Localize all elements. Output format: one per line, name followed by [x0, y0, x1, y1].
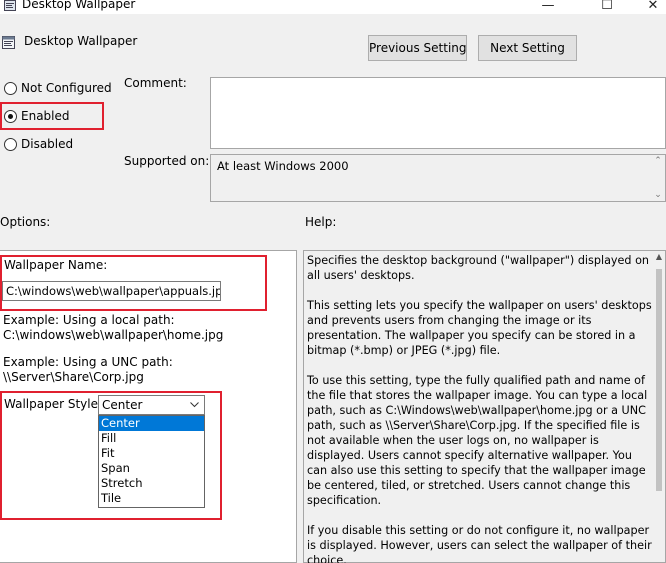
close-button[interactable]: ✕	[638, 0, 666, 14]
wallpaper-style-dropdown-list: Center Fill Fit Span Stretch Tile	[98, 415, 205, 508]
next-setting-button[interactable]: Next Setting	[478, 35, 577, 61]
help-paragraph: If you disable this setting or do not co…	[307, 524, 652, 563]
supported-on-box: At least Windows 2000 ⌃ ⌄	[210, 154, 666, 202]
maximize-button[interactable]: ☐	[592, 0, 622, 14]
scroll-up-icon[interactable]: ▲	[653, 252, 665, 261]
example-local-path: C:\windows\web\wallpaper\home.jpg	[3, 328, 224, 342]
scroll-up-icon[interactable]: ⌃	[651, 156, 665, 166]
radio-enabled-label: Enabled	[21, 109, 70, 123]
help-paragraph: Specifies the desktop background ("wallp…	[307, 254, 650, 282]
policy-setting-icon	[2, 36, 15, 49]
scroll-down-icon[interactable]: ⌄	[651, 190, 665, 200]
radio-enabled-circle[interactable]	[4, 109, 17, 123]
previous-setting-button[interactable]: Previous Setting	[368, 35, 467, 61]
wallpaper-name-label: Wallpaper Name:	[4, 258, 108, 272]
minimize-button[interactable]: —	[533, 0, 563, 14]
style-option-span[interactable]: Span	[99, 461, 204, 476]
radio-not-configured[interactable]: Not Configured	[4, 79, 112, 97]
radio-enabled[interactable]: Enabled	[4, 107, 70, 125]
wallpaper-style-select[interactable]: Center	[98, 395, 205, 415]
wallpaper-style-selected-value: Center	[102, 398, 143, 412]
example-local-caption: Example: Using a local path:	[3, 313, 175, 327]
help-scrollbar[interactable]: ▲	[653, 251, 665, 562]
comment-label: Comment:	[124, 76, 187, 90]
help-label: Help:	[305, 215, 337, 229]
chevron-down-icon	[190, 402, 199, 408]
supported-on-label: Supported on:	[124, 154, 210, 168]
help-text: Specifies the desktop background ("wallp…	[307, 253, 652, 563]
style-option-fit[interactable]: Fit	[99, 446, 204, 461]
radio-disabled[interactable]: Disabled	[4, 135, 73, 153]
policy-window-icon	[4, 0, 16, 11]
style-option-fill[interactable]: Fill	[99, 431, 204, 446]
setting-title: Desktop Wallpaper	[24, 34, 138, 48]
comment-textarea[interactable]	[210, 77, 666, 149]
supported-on-value: At least Windows 2000	[217, 159, 349, 173]
help-paragraph: To use this setting, type the fully qual…	[307, 374, 648, 507]
window-title: Desktop Wallpaper	[22, 0, 136, 11]
help-scrollbar-thumb[interactable]	[656, 269, 662, 491]
supported-scrollbar[interactable]: ⌃ ⌄	[651, 155, 665, 201]
wallpaper-style-label: Wallpaper Style:	[4, 397, 103, 411]
example-unc-caption: Example: Using a UNC path:	[3, 355, 173, 369]
help-paragraph: This setting lets you specify the wallpa…	[307, 299, 652, 357]
style-option-tile[interactable]: Tile	[99, 491, 204, 506]
example-unc-path: \\Server\Share\Corp.jpg	[3, 370, 144, 384]
style-option-center[interactable]: Center	[99, 416, 204, 431]
wallpaper-name-input[interactable]: C:\windows\web\wallpaper\appuals.jpg	[2, 281, 221, 301]
radio-disabled-circle[interactable]	[4, 137, 17, 151]
radio-disabled-label: Disabled	[21, 137, 74, 151]
radio-not-configured-circle[interactable]	[4, 81, 17, 95]
style-option-stretch[interactable]: Stretch	[99, 476, 204, 491]
options-label: Options:	[0, 215, 51, 229]
radio-not-configured-label: Not Configured	[21, 81, 112, 95]
